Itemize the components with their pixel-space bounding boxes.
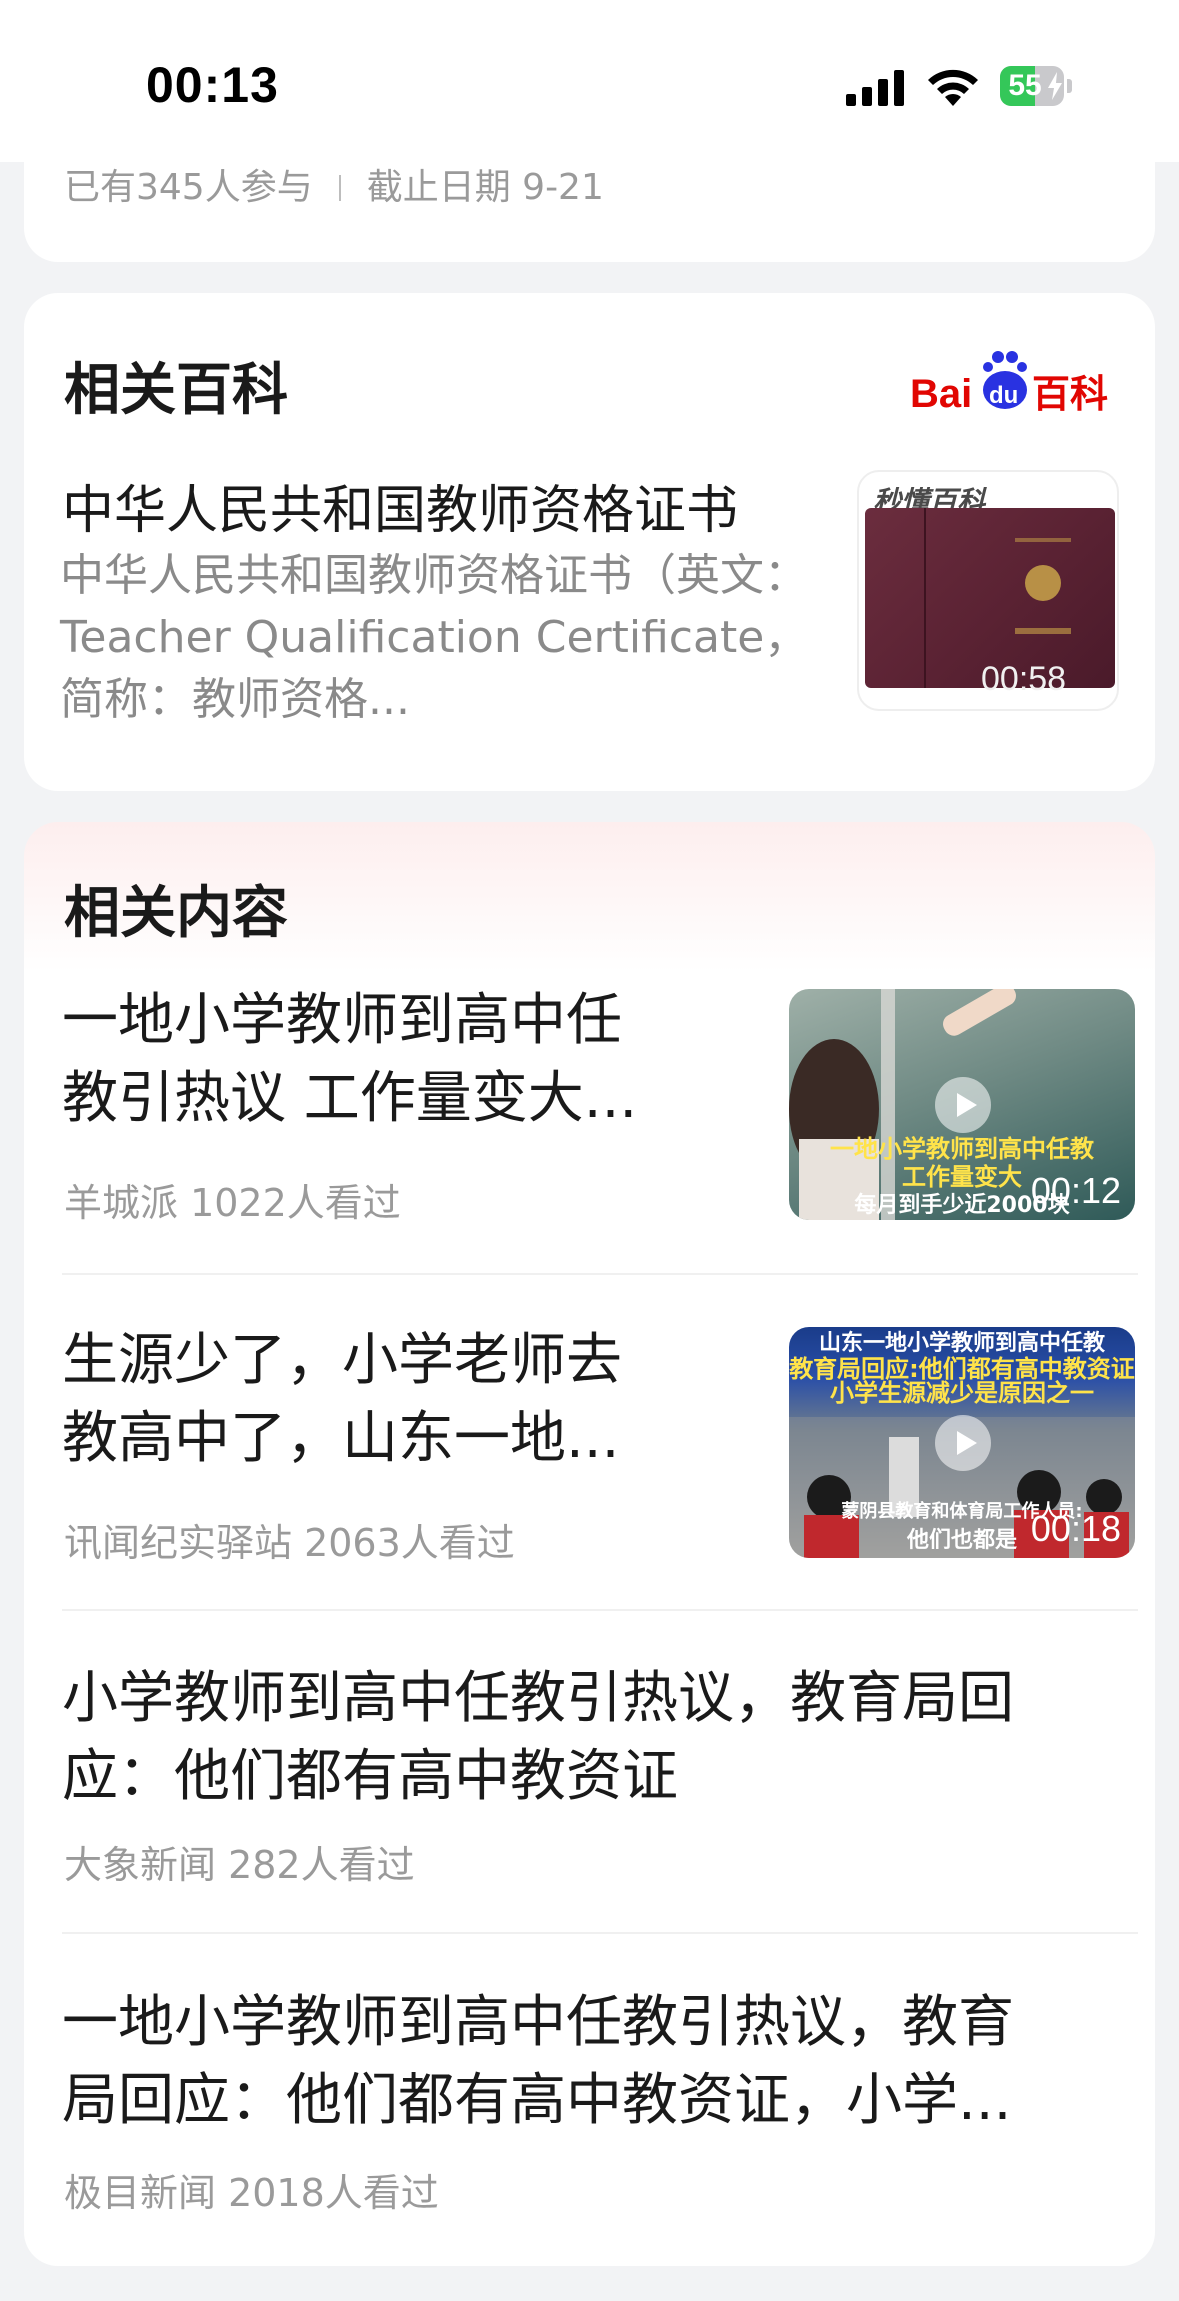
related-item[interactable]: 小学教师到高中任教引热议，教育局回 应：他们都有高中教资证 大象新闻 282人看…	[62, 1644, 1138, 1969]
participants-count: 已有345人参与	[64, 167, 313, 208]
wifi-icon	[928, 69, 978, 106]
related-item-title[interactable]: 一地小学教师到高中任 教引热议 工作量变大...	[62, 982, 637, 1138]
related-item-title-line: 应：他们都有高中教资证	[62, 1744, 678, 1809]
logo-text-bai: Bai	[910, 372, 972, 415]
cellular-signal-icon	[846, 70, 904, 106]
related-item-source: 羊城派 1022人看过	[64, 1181, 401, 1225]
related-item-title-line: 小学教师到高中任教引热议，教育局回	[62, 1666, 1014, 1731]
meta-divider	[338, 175, 341, 201]
activity-meta: 已有345人参与 截止日期 9-21	[64, 158, 604, 210]
related-video-thumbnail[interactable]: 山东一地小学教师到高中任教 教育局回应:他们都有高中教资证 小学生源减少是原因之…	[789, 1327, 1135, 1558]
deadline: 截止日期 9-21	[366, 167, 604, 208]
play-icon	[935, 1415, 991, 1471]
related-item-source: 大象新闻 282人看过	[64, 1843, 415, 1887]
status-time: 00:13	[146, 57, 279, 113]
logo-text-baike: 百科	[1032, 372, 1108, 415]
battery-percent: 55	[1008, 69, 1042, 102]
battery-icon: 55	[1000, 66, 1074, 106]
related-item-title-line: 一地小学教师到高中任教引热议，教育	[62, 1990, 1014, 2055]
related-section-title: 相关内容	[64, 881, 288, 946]
related-item-source: 讯闻纪实驿站 2063人看过	[64, 1521, 515, 1565]
baike-video-duration: 00:58	[981, 660, 1067, 698]
related-content-card: 相关内容 一地小学教师到高中任 教引热议 工作量变大... 羊城派 1022人看…	[24, 822, 1155, 2266]
related-item-source: 极目新闻 2018人看过	[64, 2171, 439, 2215]
related-item-title-line: 教引热议 工作量变大...	[62, 1066, 638, 1131]
baidu-baike-logo: Bai du 百科	[910, 351, 1108, 415]
thumbnail-caption: 小学生源减少是原因之一	[830, 1379, 1094, 1407]
item-divider	[62, 1932, 1138, 1934]
status-bar: 00:13 55	[0, 0, 1179, 162]
baike-card[interactable]: 相关百科 Bai du 百科 中华人民共和国教师资格证书 中华人民共和国教师资格…	[24, 293, 1155, 791]
related-item-title-line: 生源少了，小学老师去	[62, 1328, 622, 1393]
item-divider	[62, 1609, 1138, 1611]
related-item-title[interactable]: 一地小学教师到高中任教引热议，教育 局回应：他们都有高中教资证，小学...	[62, 1984, 1014, 2140]
baike-entry-desc: 中华人民共和国教师资格证书（英文：Teacher Qualification C…	[60, 550, 809, 725]
baike-entry-title[interactable]: 中华人民共和国教师资格证书	[62, 468, 738, 543]
related-item[interactable]: 生源少了，小学老师去 教高中了，山东一地... 讯闻纪实驿站 2063人看过 山…	[62, 1322, 1138, 1652]
video-duration: 00:12	[1030, 1170, 1121, 1211]
related-item-title[interactable]: 小学教师到高中任教引热议，教育局回 应：他们都有高中教资证	[62, 1660, 1014, 1816]
charging-bolt-icon	[1048, 72, 1062, 100]
related-item[interactable]: 一地小学教师到高中任教引热议，教育 局回应：他们都有高中教资证，小学... 极目…	[62, 1972, 1138, 2232]
logo-text-du: du	[989, 382, 1018, 409]
baike-video-thumbnail[interactable]: 秒懂百科 00:58	[857, 470, 1119, 711]
related-item-title-line: 局回应：他们都有高中教资证，小学...	[62, 2068, 1012, 2133]
related-item-title-line: 教高中了，山东一地...	[62, 1406, 620, 1471]
play-icon	[935, 1077, 991, 1133]
item-divider	[62, 1273, 1138, 1275]
video-duration: 00:18	[1030, 1508, 1121, 1549]
related-item-title[interactable]: 生源少了，小学老师去 教高中了，山东一地...	[62, 1322, 622, 1478]
related-video-thumbnail[interactable]: 一地小学教师到高中任教 工作量变大 每月到手少近2000块 00:12	[789, 989, 1135, 1220]
related-item-title-line: 一地小学教师到高中任	[62, 988, 622, 1053]
baike-section-title: 相关百科	[64, 358, 288, 423]
related-item[interactable]: 一地小学教师到高中任 教引热议 工作量变大... 羊城派 1022人看过 一地小…	[62, 982, 1138, 1315]
